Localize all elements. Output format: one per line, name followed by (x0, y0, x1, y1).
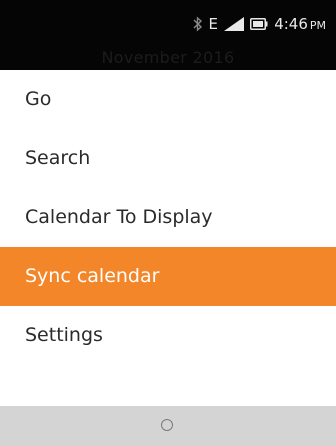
status-icons: E 4:46 PM (187, 12, 326, 36)
menu-item-calendar-to-display[interactable]: Calendar To Display (0, 188, 336, 247)
network-type-label: E (208, 15, 219, 33)
bluetooth-icon (193, 16, 203, 32)
menu-item-sync-calendar[interactable]: Sync calendar (0, 247, 336, 306)
softkey-bar (0, 406, 336, 446)
month-title: November 2016 (101, 48, 235, 67)
menu-item-search[interactable]: Search (0, 129, 336, 188)
battery-icon (250, 18, 268, 30)
menu-item-go[interactable]: Go (0, 70, 336, 129)
menu-item-settings[interactable]: Settings (0, 306, 336, 365)
options-menu: Go Search Calendar To Display Sync calen… (0, 70, 336, 365)
status-bar: E 4:46 PM November 2016 (0, 0, 336, 70)
circle-icon[interactable] (161, 419, 173, 431)
clock: 4:46 PM (274, 15, 326, 33)
signal-icon (224, 17, 245, 31)
clock-time: 4:46 (274, 15, 308, 33)
options-menu-screen: E 4:46 PM November 2016 Go Search Calenda… (0, 0, 336, 446)
clock-ampm: PM (309, 19, 326, 32)
